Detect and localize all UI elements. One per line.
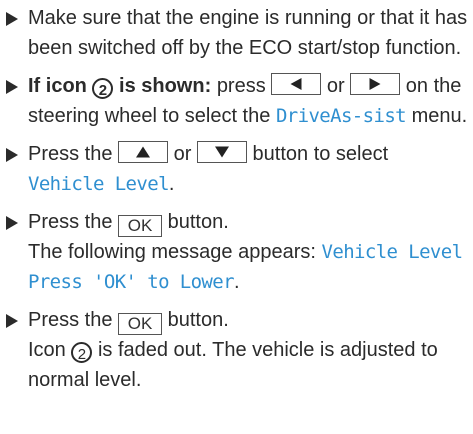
step-3: Press the or button to select Vehicle Le… [6,139,469,199]
step-2-text-b: or [326,75,345,97]
up-arrow-key-icon [118,141,169,163]
step-3-text-c: button to select [252,143,389,165]
instruction-page: Make sure that the engine is running or … [0,0,473,434]
step-1-text: Make sure that the engine is running or … [28,7,468,59]
step-5-text-b: button. [167,309,229,331]
down-arrow-key-icon [196,141,247,163]
step-arrow-icon [6,80,18,94]
step-2: If icon 2 is shown: press or on the stee… [6,71,469,131]
step-4-text-c: The following message appears: [28,241,316,263]
right-arrow-key-icon [350,73,401,95]
step-4-text-a: Press the [28,211,113,233]
step-arrow-icon [6,216,18,230]
menu-name: DriveAs-sist [275,105,407,127]
callout-number-icon: 2 [92,78,114,99]
step-arrow-icon [6,12,18,26]
step-3-text-b: or [173,143,192,165]
step-5: Press the OK button. Icon 2 is faded out… [6,305,469,395]
step-3-text-a: Press the [28,143,113,165]
menu-item-name: Vehicle Level [28,173,170,195]
condition-suffix: is shown: [119,75,212,97]
step-2-text-d: menu. [411,105,468,127]
step-2-text-a: press [216,75,266,97]
step-1: Make sure that the engine is running or … [6,3,469,63]
step-arrow-icon [6,314,18,328]
ok-key-icon: OK [118,215,163,237]
ok-key-icon: OK [118,313,163,335]
step-4: Press the OK button. The following messa… [6,207,469,297]
step-4-text-d: . [233,271,240,293]
left-arrow-key-icon [271,73,322,95]
step-5-text-c: Icon [28,339,66,361]
step-4-text-b: button. [167,211,229,233]
step-arrow-icon [6,148,18,162]
step-5-text-a: Press the [28,309,113,331]
condition-prefix: If icon [28,75,87,97]
callout-number-icon: 2 [71,342,93,363]
step-3-text-d: . [168,173,175,195]
